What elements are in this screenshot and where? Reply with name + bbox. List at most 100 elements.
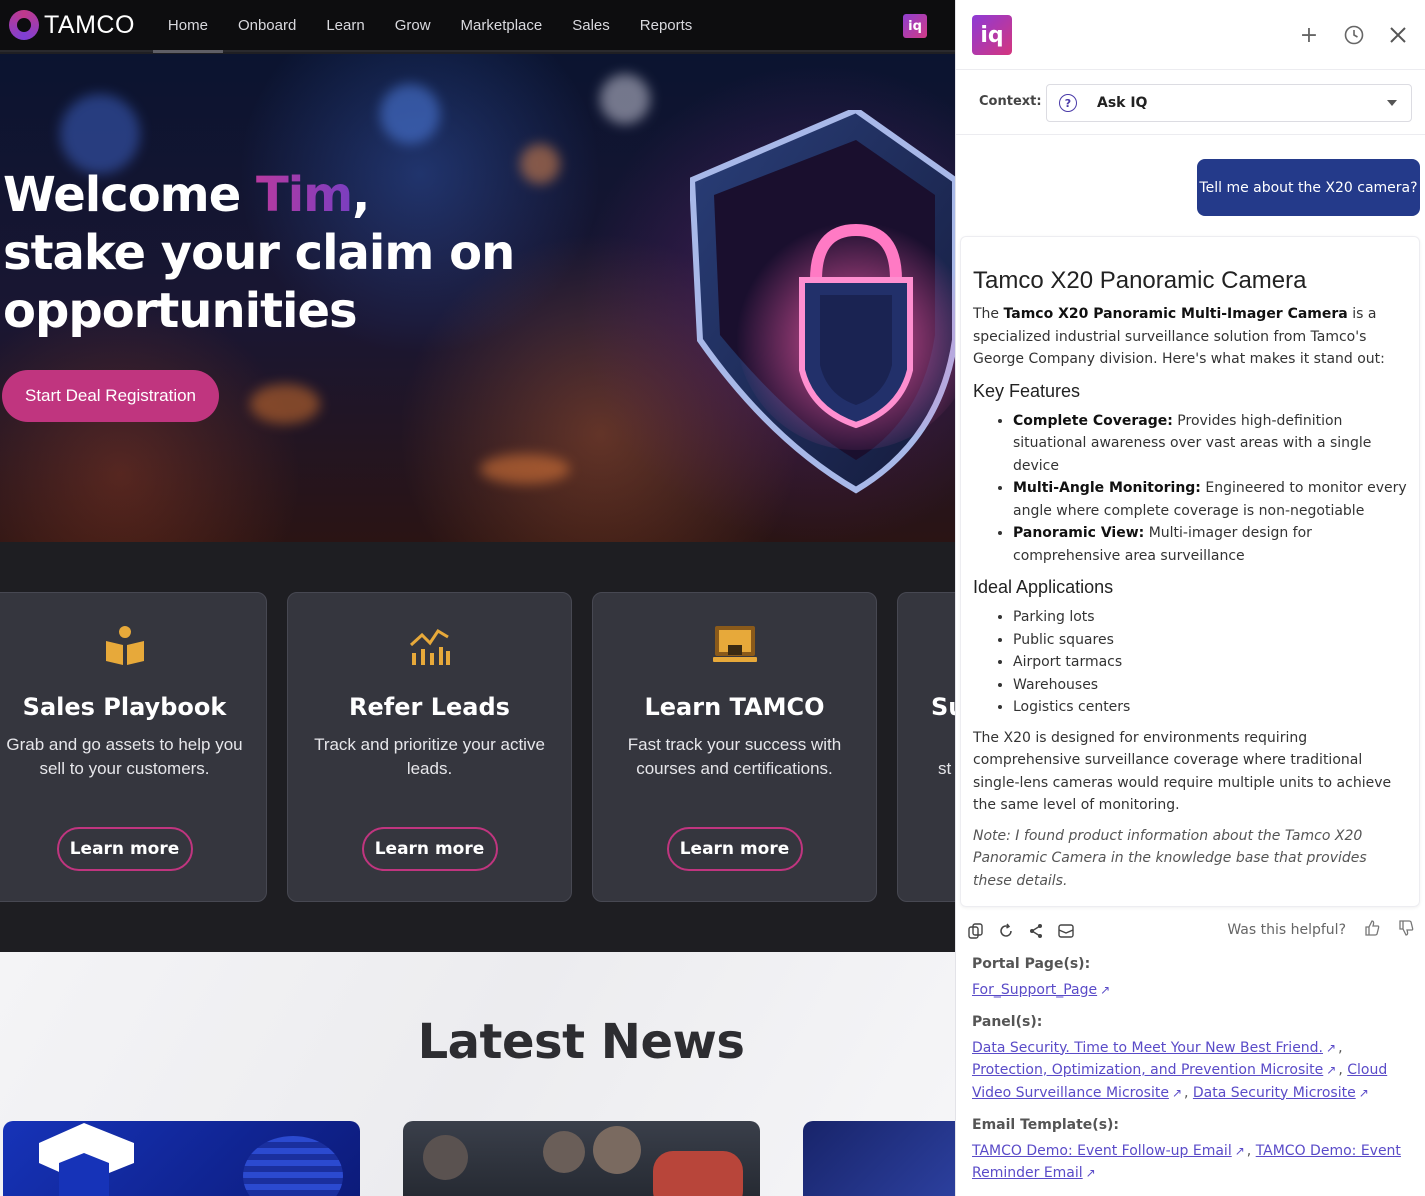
answer-title: Tamco X20 Panoramic Camera (973, 267, 1307, 294)
card-title: Refer Leads (349, 693, 510, 721)
iq-assistant-button[interactable]: iq (903, 14, 927, 38)
top-navigation: TAMCO Home Onboard Learn Grow Marketplac… (0, 0, 955, 53)
hero-user-name: Tim (255, 167, 353, 223)
list-item: Parking lots (1013, 606, 1407, 629)
reference-link[interactable]: Data Security Microsite (1193, 1085, 1356, 1101)
answer-actions: Was this helpful? (966, 920, 1418, 942)
start-deal-registration-button[interactable]: Start Deal Registration (2, 370, 219, 422)
hero-welcome: Welcome (3, 167, 256, 223)
feature-label: Complete Coverage: (1013, 412, 1173, 429)
answer-intro: The Tamco X20 Panoramic Multi-Imager Cam… (973, 303, 1407, 371)
regenerate-icon[interactable] (996, 921, 1016, 941)
applications-list: Parking lots Public squares Airport tarm… (973, 606, 1407, 719)
features-list: Complete Coverage: Provides high-definit… (973, 410, 1407, 568)
nav-item-home[interactable]: Home (152, 0, 223, 53)
external-link-icon[interactable]: ↗ (1086, 1162, 1096, 1185)
portal-pages-heading: Portal Page(s): (972, 956, 1091, 972)
email-templates-heading: Email Template(s): (972, 1117, 1120, 1133)
nav-item-marketplace[interactable]: Marketplace (446, 0, 558, 51)
external-link-icon[interactable]: ↗ (1235, 1140, 1245, 1163)
reference-link[interactable]: TAMCO Demo: Event Follow-up Email (972, 1143, 1232, 1159)
reference-link[interactable]: Protection, Optimization, and Prevention… (972, 1062, 1323, 1078)
bokeh-light (520, 144, 560, 184)
learn-more-button[interactable]: Learn more (666, 827, 803, 871)
nav-item-grow[interactable]: Grow (380, 0, 446, 51)
context-label: Context: (979, 94, 1042, 109)
list-item: Airport tarmacs (1013, 651, 1407, 674)
share-icon[interactable] (1026, 921, 1046, 941)
list-item: Logistics centers (1013, 696, 1407, 719)
external-link-icon[interactable]: ↗ (1326, 1059, 1336, 1082)
user-message-bubble: Tell me about the X20 camera? (1197, 159, 1420, 216)
intro-product-name: Tamco X20 Panoramic Multi-Imager Camera (1003, 306, 1348, 322)
learn-more-button[interactable]: Learn more (56, 827, 193, 871)
card-description: Track and prioritize your active leads. (314, 735, 545, 778)
context-selected-value: Ask IQ (1097, 95, 1148, 111)
news-card[interactable] (803, 1121, 955, 1196)
dropdown-caret-icon (1387, 100, 1397, 106)
external-link-icon[interactable]: ↗ (1100, 979, 1110, 1002)
thumbs-up-icon[interactable] (1364, 920, 1380, 940)
news-image-person (653, 1151, 743, 1196)
laptop-icon (712, 626, 757, 662)
news-image-person (593, 1126, 641, 1174)
card-sales-playbook: Sales Playbook Grab and go assets to hel… (0, 592, 267, 902)
card-refer-leads: Refer Leads Track and prioritize your ac… (287, 592, 572, 902)
copy-icon[interactable] (966, 921, 986, 941)
external-link-icon[interactable]: ↗ (1359, 1082, 1369, 1105)
assistant-answer-card: Tamco X20 Panoramic Camera The Tamco X20… (960, 236, 1420, 907)
features-heading: Key Features (973, 380, 1081, 401)
learn-more-button[interactable]: Learn more (361, 827, 498, 871)
portal-pages-links: For_Support_Page ↗ (972, 979, 1422, 1002)
news-image-person (543, 1131, 585, 1173)
question-circle-icon: ? (1059, 94, 1077, 112)
nav-item-onboard[interactable]: Onboard (223, 0, 311, 51)
card-title: Learn TAMCO (644, 693, 825, 721)
bokeh-light (480, 454, 570, 484)
panels-heading: Panel(s): (972, 1014, 1043, 1030)
email-icon[interactable] (1056, 921, 1076, 941)
news-card[interactable] (403, 1121, 760, 1196)
applications-heading: Ideal Applications (973, 577, 1114, 597)
logo-ring-icon (9, 10, 39, 40)
external-link-icon[interactable]: ↗ (1326, 1037, 1336, 1060)
card-description: Fast track your success with courses and… (627, 735, 842, 778)
context-select[interactable]: ? Ask IQ (1046, 84, 1412, 122)
answer-note: Note: I found product information about … (973, 827, 1367, 889)
news-image-person (423, 1135, 468, 1180)
security-shield-illustration (690, 110, 955, 494)
list-item: Public squares (1013, 629, 1407, 652)
list-item: Complete Coverage: Provides high-definit… (1013, 410, 1407, 478)
open-book-icon (105, 626, 144, 665)
reference-link[interactable]: Data Security. Time to Meet Your New Bes… (972, 1040, 1323, 1056)
news-card[interactable] (3, 1121, 360, 1196)
card-description: Grab and go assets to help you sell to y… (6, 735, 243, 778)
list-item: Multi-Angle Monitoring: Engineered to mo… (1013, 477, 1407, 522)
nav-item-reports[interactable]: Reports (625, 0, 708, 51)
news-image-logo (39, 1123, 134, 1196)
iq-logo: iq (972, 15, 1012, 55)
history-icon[interactable] (1341, 22, 1367, 48)
chart-growth-icon (409, 628, 450, 665)
panel-header: iq + (956, 0, 1425, 70)
hero-comma: , (352, 167, 370, 223)
nav-item-learn[interactable]: Learn (311, 0, 379, 51)
thumbs-down-icon[interactable] (1398, 920, 1414, 940)
references-section: Portal Page(s): For_Support_Page ↗ Panel(… (972, 953, 1422, 1185)
feature-label: Panoramic View: (1013, 525, 1145, 541)
external-link-icon[interactable]: ↗ (1172, 1082, 1182, 1105)
new-chat-icon[interactable]: + (1296, 22, 1322, 48)
hero-line-2: stake your claim on (3, 225, 515, 281)
hero-line-3: opportunities (3, 283, 358, 339)
card-title: Sales Playbook (22, 693, 227, 721)
intro-text: The (973, 306, 1004, 322)
hero-heading: Welcome Tim, stake your claim on opportu… (3, 166, 515, 340)
close-icon[interactable] (1385, 22, 1411, 48)
nav-item-sales[interactable]: Sales (557, 0, 625, 51)
brand-name: TAMCO (44, 10, 135, 39)
reference-link[interactable]: For_Support_Page (972, 982, 1097, 998)
context-row: Context: ? Ask IQ (956, 70, 1425, 135)
bokeh-light (250, 384, 320, 424)
tamco-logo[interactable]: TAMCO (9, 10, 135, 40)
iq-assistant-panel: iq + Context: ? Ask IQ Tell me about the… (955, 0, 1425, 1196)
